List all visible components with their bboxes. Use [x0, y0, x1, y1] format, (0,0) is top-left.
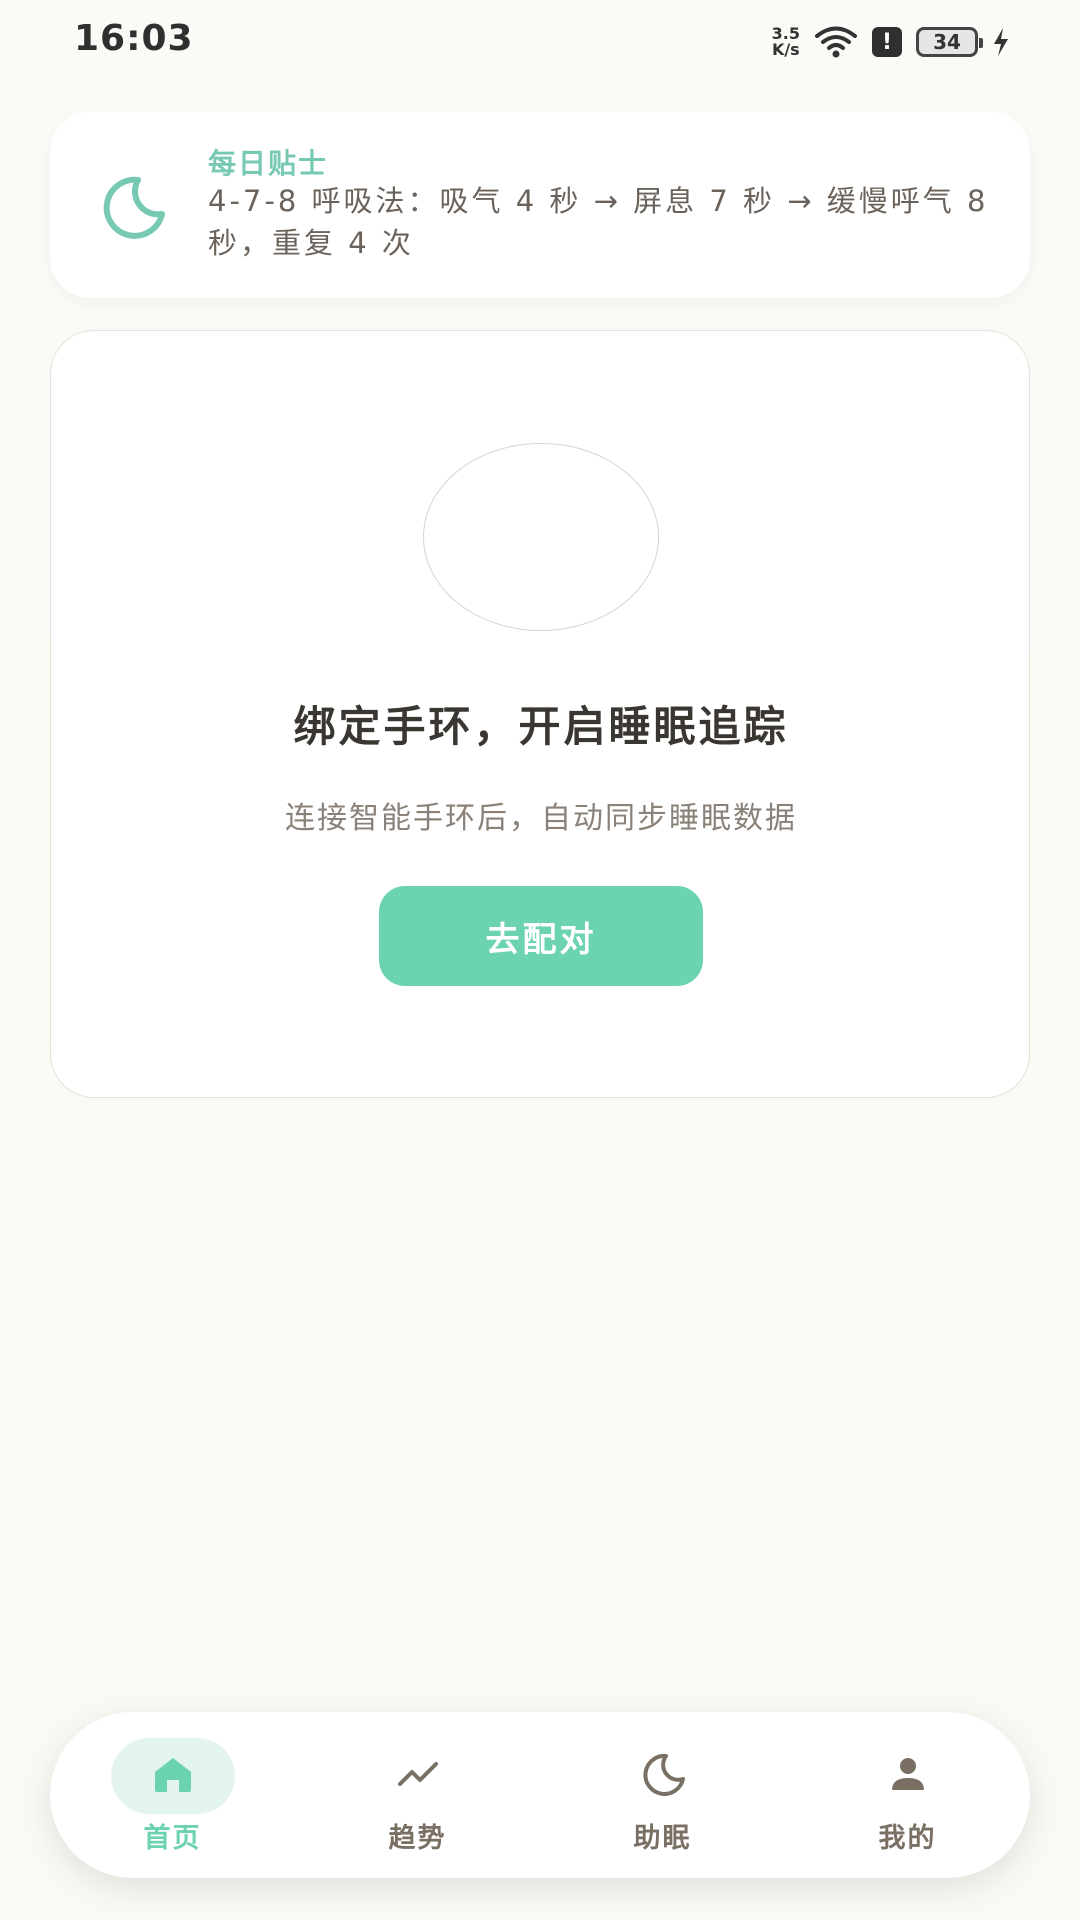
battery-icon: 34	[916, 27, 983, 57]
moon-icon	[642, 1753, 685, 1796]
bind-title: 绑定手环，开启睡眠追踪	[293, 702, 789, 751]
user-icon	[891, 1758, 924, 1790]
network-speed-unit: K/s	[771, 40, 800, 59]
status-bar: 16:03 3.5 K/s ! 34	[0, 0, 1080, 80]
battery-level: 34	[933, 30, 961, 54]
network-speed: 3.5 K/s	[772, 26, 800, 58]
nav-label-profile: 我的	[878, 1823, 937, 1854]
nav-item-home[interactable]: 首页	[50, 1712, 295, 1878]
bind-device-card: 绑定手环，开启睡眠追踪 连接智能手环后，自动同步睡眠数据 去配对	[50, 330, 1030, 1098]
home-icon	[154, 1758, 191, 1792]
alert-icon: !	[872, 27, 902, 57]
nav-item-sleep-aid[interactable]: 助眠	[540, 1712, 785, 1878]
tip-text: 4-7-8 呼吸法：吸气 4 秒 → 屏息 7 秒 → 缓慢呼气 8 秒，重复 …	[208, 184, 989, 260]
nav-label-sleep-aid: 助眠	[633, 1823, 692, 1854]
nav-label-trend: 趋势	[388, 1823, 447, 1854]
status-icons: 3.5 K/s ! 34	[772, 22, 1010, 62]
bind-subtitle: 连接智能手环后，自动同步睡眠数据	[285, 801, 797, 836]
trend-icon	[397, 1762, 438, 1786]
daily-tip-card: 每日贴士 4-7-8 呼吸法：吸气 4 秒 → 屏息 7 秒 → 缓慢呼气 8 …	[50, 112, 1030, 298]
screen: 16:03 3.5 K/s ! 34 每日贴士 4-7-8 呼吸法：吸气 4 秒…	[0, 0, 1080, 1920]
charging-icon	[994, 28, 1008, 56]
nav-item-trend[interactable]: 趋势	[295, 1712, 540, 1878]
status-time: 16:03	[74, 18, 194, 59]
wifi-icon	[815, 26, 857, 58]
device-image-placeholder	[423, 443, 659, 631]
nav-item-profile[interactable]: 我的	[785, 1712, 1030, 1878]
tip-title: 每日贴士	[208, 147, 329, 180]
bottom-nav: 首页 趋势 助眠 我的	[50, 1712, 1030, 1878]
pair-button[interactable]: 去配对	[379, 886, 703, 986]
moon-icon	[103, 176, 165, 239]
nav-label-home: 首页	[143, 1823, 202, 1854]
